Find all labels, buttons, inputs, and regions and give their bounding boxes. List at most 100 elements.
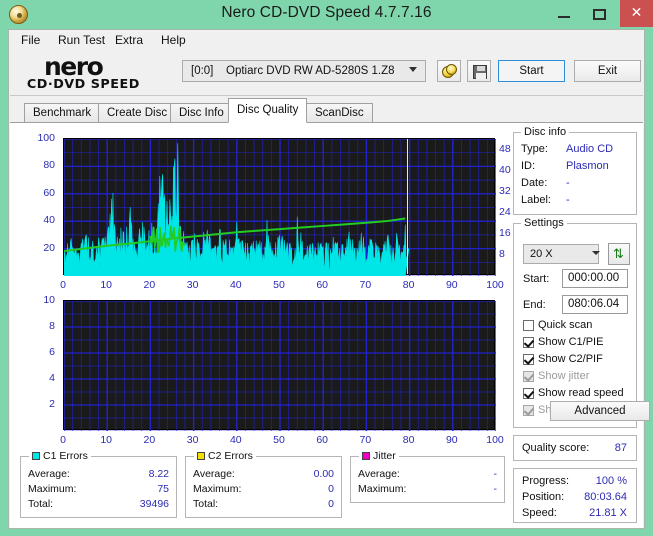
disc-type-value: Audio CD (566, 143, 614, 155)
speed-select[interactable]: 20 X (523, 244, 600, 264)
scan-start-input[interactable]: 000:00.00 (562, 269, 628, 288)
x-tick-label: 20 (143, 434, 156, 446)
close-icon: ✕ (630, 4, 643, 20)
jitter-average-value: - (493, 468, 498, 480)
checkbox-box (523, 371, 534, 382)
speed-value: 21.81 X (589, 507, 627, 519)
menu-item-extra[interactable]: Extra (110, 33, 148, 49)
maximize-icon (593, 9, 606, 20)
disc-quality-page: 0 10 20 30 40 50 60 70 80 90 100 20 40 60 80 100 8 16 24 32… (10, 122, 650, 528)
menu-bar: File Run Test Extra Help (9, 30, 644, 51)
title-bar: Nero CD-DVD Speed 4.7.7.16 ✕ (0, 0, 653, 29)
c2-maximum-label: Maximum: (193, 483, 242, 495)
tab-disc-info[interactable]: Disc Info (170, 103, 233, 123)
disc-type-label: Type: (521, 143, 548, 155)
drive-select-value: Optiarc DVD RW AD-5280S 1.Z8 (226, 65, 395, 77)
x-tick-label: 90 (445, 279, 458, 291)
chevron-down-icon (409, 67, 418, 76)
progress-label: Progress: (522, 475, 570, 487)
jitter-stats: Jitter Average: - Maximum: - (350, 450, 505, 503)
position-label: Position: (522, 491, 565, 503)
quality-score-label: Quality score: (522, 442, 590, 454)
maximize-button[interactable] (584, 0, 616, 27)
checkbox-label: Show C2/PIF (538, 353, 603, 365)
checkbox-label: Show jitter (538, 370, 590, 382)
disc-label-value: - (566, 194, 570, 206)
y-tick-label: 100 (37, 132, 55, 144)
menu-item-file[interactable]: File (16, 33, 45, 49)
scan-end-value: 080:06.04 (568, 298, 620, 310)
advanced-button[interactable]: Advanced (550, 401, 650, 421)
checkbox-label: Show C1/PIE (538, 336, 604, 348)
checkbox-box (523, 320, 534, 331)
scan-cursor-line (407, 139, 408, 274)
disc-id-value: Plasmon (566, 160, 609, 172)
progress-value: 100 % (595, 475, 627, 487)
tab-disc-quality[interactable]: Disc Quality (228, 98, 308, 123)
checkbox-box (523, 354, 534, 365)
checkbox-label: Show read speed (538, 387, 624, 399)
x-tick-label: 50 (273, 434, 285, 446)
scan-end-input[interactable]: 080:06.04 (562, 295, 628, 314)
checkbox-box (523, 405, 534, 416)
c1-errors-stats: C1 Errors Average: 8.22 Maximum: 75 Tota… (20, 450, 177, 518)
exit-button[interactable]: Exit (574, 60, 641, 82)
nero-logo: nero CD·DVD SPEED (27, 52, 188, 94)
checkbox-box (523, 388, 534, 399)
start-button[interactable]: Start (498, 60, 565, 82)
c1-average-label: Average: (28, 468, 70, 480)
menu-item-run-test[interactable]: Run Test (53, 33, 110, 49)
floppy-save-icon (473, 65, 487, 79)
eject-disc-button[interactable] (437, 60, 461, 82)
y-tick-label: 60 (43, 186, 55, 199)
c1-color-swatch (32, 452, 40, 460)
tab-create-disc[interactable]: Create Disc (98, 103, 177, 123)
y-tick-label: 20 (43, 241, 55, 254)
jitter-average-label: Average: (358, 468, 400, 480)
x-tick-label: 60 (316, 279, 329, 291)
minimize-icon (558, 16, 570, 18)
x-tick-label: 0 (60, 434, 66, 446)
close-button[interactable]: ✕ (620, 0, 653, 27)
y-tick-label: 4 (49, 372, 55, 384)
client-area: File Run Test Extra Help nero CD·DVD SPE… (8, 29, 650, 529)
jitter-color-swatch (362, 452, 370, 460)
quality-score-group: Quality score: 87 (513, 435, 637, 461)
scan-end-label: End: (523, 299, 546, 311)
menu-item-help[interactable]: Help (156, 33, 191, 49)
minimize-button[interactable] (548, 0, 580, 27)
x-tick-label: 30 (186, 279, 199, 291)
position-value: 80:03.64 (584, 491, 627, 503)
jitter-stats-title: Jitter (359, 450, 399, 462)
tab-scan-disc[interactable]: ScanDisc (306, 103, 373, 123)
y-tick-label: 8 (49, 320, 55, 332)
x-tick-label: 20 (143, 279, 156, 291)
c2-average-value: 0.00 (313, 468, 334, 480)
speed-select-value: 20 X (530, 248, 553, 260)
eject-disc-icon (442, 64, 457, 79)
y-tick-label: 10 (43, 294, 55, 306)
x-tick-label: 30 (186, 434, 199, 446)
speed-label: Speed: (522, 507, 557, 519)
c1-errors-stats-title: C1 Errors (29, 450, 91, 462)
x-tick-label: 60 (316, 434, 329, 446)
x-tick-label: 40 (229, 434, 242, 446)
c2-maximum-value: 0 (328, 483, 334, 495)
x-tick-label: 70 (359, 279, 372, 291)
drive-select[interactable]: [0:0] Optiarc DVD RW AD-5280S 1.Z8 (182, 60, 426, 82)
c1-maximum-value: 75 (157, 483, 169, 495)
y-tick-label: 40 (43, 214, 55, 227)
c1-total-label: Total: (28, 498, 54, 510)
y-tick-label: 6 (49, 346, 55, 358)
save-results-button[interactable] (467, 60, 491, 82)
c1-maximum-label: Maximum: (28, 483, 77, 495)
c2-errors-plot-area (63, 300, 496, 431)
c2-errors-stats: C2 Errors Average: 0.00 Maximum: 0 Total… (185, 450, 342, 518)
tab-benchmark[interactable]: Benchmark (24, 103, 101, 123)
app-window: Nero CD-DVD Speed 4.7.7.16 ✕ File Run Te… (0, 0, 653, 536)
refresh-button[interactable]: ⇅ (608, 243, 630, 265)
refresh-icon: ⇅ (613, 246, 624, 261)
c2-color-swatch (197, 452, 205, 460)
disc-info-title: Disc info (521, 126, 570, 138)
y-tick-label: 80 (43, 159, 55, 172)
